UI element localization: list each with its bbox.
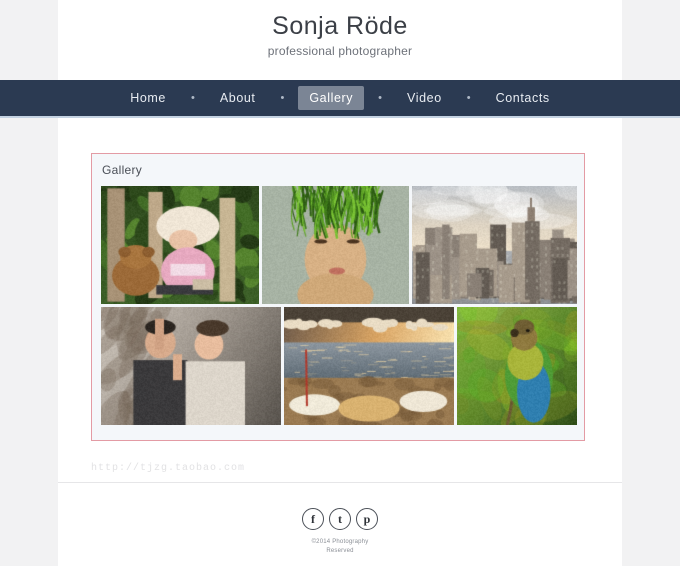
main-navigation: Home • About • Gallery • Video • Contacts xyxy=(0,80,680,118)
gallery-image-couple-portrait xyxy=(101,307,281,425)
gallery-panel: Gallery xyxy=(91,153,585,441)
site-title: Sonja Röde xyxy=(58,0,622,41)
site-tagline: professional photographer xyxy=(58,41,622,58)
nav-item-contacts[interactable]: Contacts xyxy=(485,86,561,110)
gallery-image-woman-with-grass-hair xyxy=(262,186,409,304)
nav-separator-dot: • xyxy=(453,93,485,104)
gallery-row xyxy=(101,307,577,425)
gallery-thumb-green-parrot[interactable] xyxy=(457,307,577,425)
gallery-thumb-couple-portrait[interactable] xyxy=(101,307,281,425)
header-inner: Sonja Röde professional photographer xyxy=(58,0,622,80)
gallery-row xyxy=(101,186,577,304)
content-divider xyxy=(58,482,622,483)
gallery-grid xyxy=(101,186,577,428)
nav-separator-dot: • xyxy=(364,93,396,104)
gallery-image-boats-at-sunset xyxy=(284,307,454,425)
site-header: Sonja Röde professional photographer xyxy=(0,0,680,80)
gallery-thumb-city-skyline[interactable] xyxy=(412,186,577,304)
browser-viewport: Sonja Röde professional photographer Hom… xyxy=(0,0,680,566)
gallery-thumb-girl-with-teddy-bear[interactable] xyxy=(101,186,259,304)
nav-item-gallery[interactable]: Gallery xyxy=(298,86,364,110)
copyright-line-2: Reserved xyxy=(58,547,622,556)
site-footer: ftp ©2014 Photography Reserved xyxy=(58,490,622,566)
gallery-thumb-woman-with-grass-hair[interactable] xyxy=(262,186,409,304)
nav-item-video[interactable]: Video xyxy=(396,86,453,110)
facebook-icon[interactable]: f xyxy=(302,508,324,530)
gallery-panel-title: Gallery xyxy=(92,154,584,184)
gallery-image-city-skyline xyxy=(412,186,577,304)
tumblr-icon[interactable]: t xyxy=(329,508,351,530)
pinterest-icon[interactable]: p xyxy=(356,508,378,530)
nav-list: Home • About • Gallery • Video • Contacts xyxy=(58,80,622,116)
gallery-image-green-parrot xyxy=(457,307,577,425)
copyright-line-1: ©2014 Photography xyxy=(58,538,622,547)
content-area: Gallery http://tjzg.taobao.com ftp ©2014… xyxy=(58,118,622,566)
watermark-url: http://tjzg.taobao.com xyxy=(91,463,551,474)
nav-separator-dot: • xyxy=(177,93,209,104)
nav-separator-dot: • xyxy=(267,93,299,104)
nav-item-home[interactable]: Home xyxy=(119,86,177,110)
gallery-image-girl-with-teddy-bear xyxy=(101,186,259,304)
nav-item-about[interactable]: About xyxy=(209,86,267,110)
social-links: ftp xyxy=(58,490,622,530)
gallery-thumb-boats-at-sunset[interactable] xyxy=(284,307,454,425)
copyright-text: ©2014 Photography Reserved xyxy=(58,530,622,556)
